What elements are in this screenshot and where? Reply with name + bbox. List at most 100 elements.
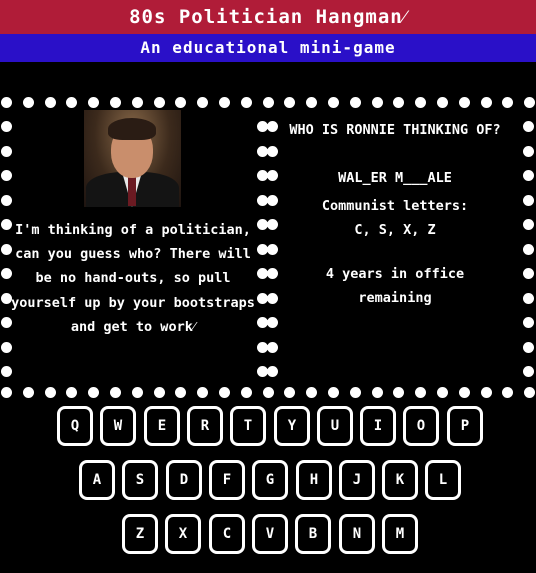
- key-s[interactable]: S: [122, 460, 158, 500]
- marquee-dot: [523, 293, 534, 304]
- marquee-dot: [523, 244, 534, 255]
- marquee-dot: [88, 97, 99, 108]
- marquee-dot: [154, 387, 165, 398]
- marquee-dot: [175, 97, 186, 108]
- key-h[interactable]: H: [296, 460, 332, 500]
- marquee-dot: [523, 170, 534, 181]
- marquee-dot: [328, 97, 339, 108]
- marquee-dot: [1, 366, 12, 377]
- key-r[interactable]: R: [187, 406, 223, 446]
- marquee-dot: [23, 387, 34, 398]
- game-subtitle: An educational mini-game: [0, 34, 536, 62]
- key-p[interactable]: P: [447, 406, 483, 446]
- marquee-dot: [263, 387, 274, 398]
- marquee-dot: [1, 387, 12, 398]
- marquee-dot: [219, 387, 230, 398]
- marquee-dot: [219, 97, 230, 108]
- marquee-dot: [110, 387, 121, 398]
- key-w[interactable]: W: [100, 406, 136, 446]
- key-v[interactable]: V: [252, 514, 288, 554]
- marquee-dot: [241, 97, 252, 108]
- marquee-dot: [523, 268, 534, 279]
- key-j[interactable]: J: [339, 460, 375, 500]
- marquee-dot: [459, 387, 470, 398]
- marquee-dot: [372, 97, 383, 108]
- marquee-dot: [350, 387, 361, 398]
- marquee-dot: [523, 317, 534, 328]
- intro-message: I'm thinking of a politician, can you gu…: [11, 222, 255, 335]
- key-d[interactable]: D: [166, 460, 202, 500]
- marquee-dot: [23, 97, 34, 108]
- key-z[interactable]: Z: [122, 514, 158, 554]
- marquee-dot: [197, 97, 208, 108]
- key-g[interactable]: G: [252, 460, 288, 500]
- marquee-dot: [481, 97, 492, 108]
- key-e[interactable]: E: [144, 406, 180, 446]
- key-o[interactable]: O: [403, 406, 439, 446]
- marquee-dot: [306, 97, 317, 108]
- marquee-dot: [197, 387, 208, 398]
- marquee-dot: [502, 97, 513, 108]
- marquee-dot: [459, 97, 470, 108]
- marquee-dot: [132, 387, 143, 398]
- remaining-guesses: 4 years in office remaining: [325, 266, 465, 306]
- marquee-dot: [45, 97, 56, 108]
- marquee-dot: [350, 97, 361, 108]
- marquee-dot: [154, 97, 165, 108]
- wrong-letters: C, S, X, Z: [354, 222, 436, 238]
- marquee-dot: [132, 97, 143, 108]
- game-title: 80s Politician Hangman⁄: [0, 0, 536, 34]
- marquee-dot: [88, 387, 99, 398]
- marquee-dot: [267, 317, 278, 328]
- marquee-dot: [1, 97, 12, 108]
- marquee-dot: [328, 387, 339, 398]
- marquee-dot: [110, 97, 121, 108]
- marquee-dot: [284, 97, 295, 108]
- marquee-dot: [524, 387, 535, 398]
- marquee-dot: [1, 195, 12, 206]
- key-n[interactable]: N: [339, 514, 375, 554]
- politician-portrait: [84, 110, 181, 207]
- marquee-dot: [263, 97, 274, 108]
- key-k[interactable]: K: [382, 460, 418, 500]
- marquee-dot: [267, 342, 278, 353]
- key-m[interactable]: M: [382, 514, 418, 554]
- key-q[interactable]: Q: [57, 406, 93, 446]
- marquee-dot: [524, 97, 535, 108]
- key-f[interactable]: F: [209, 460, 245, 500]
- key-u[interactable]: U: [317, 406, 353, 446]
- marquee-dot: [284, 387, 295, 398]
- marquee-dot: [306, 387, 317, 398]
- marquee-dot: [267, 366, 278, 377]
- marquee-dot: [437, 97, 448, 108]
- marquee-dot: [1, 342, 12, 353]
- key-c[interactable]: C: [209, 514, 245, 554]
- marquee-dot: [175, 387, 186, 398]
- marquee-dot: [45, 387, 56, 398]
- marquee-dot: [1, 121, 12, 132]
- key-i[interactable]: I: [360, 406, 396, 446]
- marquee-dot: [393, 387, 404, 398]
- key-x[interactable]: X: [165, 514, 201, 554]
- marquee-dot: [1, 146, 12, 157]
- key-t[interactable]: T: [230, 406, 266, 446]
- question-heading: WHO IS RONNIE THINKING OF?: [289, 122, 501, 138]
- marquee-dot: [415, 387, 426, 398]
- marquee-dot: [372, 387, 383, 398]
- marquee-dot: [523, 121, 534, 132]
- marquee-dot: [481, 387, 492, 398]
- key-a[interactable]: A: [79, 460, 115, 500]
- marquee-dot: [66, 387, 77, 398]
- wrong-letters-label: Communist letters:: [321, 198, 469, 214]
- key-l[interactable]: L: [425, 460, 461, 500]
- key-y[interactable]: Y: [274, 406, 310, 446]
- marquee-dot: [66, 97, 77, 108]
- marquee-dot: [523, 342, 534, 353]
- marquee-dot: [523, 146, 534, 157]
- marquee-dot: [502, 387, 513, 398]
- key-b[interactable]: B: [295, 514, 331, 554]
- marquee-dot: [415, 97, 426, 108]
- marquee-dot: [241, 387, 252, 398]
- marquee-dot: [523, 195, 534, 206]
- marquee-dot: [393, 97, 404, 108]
